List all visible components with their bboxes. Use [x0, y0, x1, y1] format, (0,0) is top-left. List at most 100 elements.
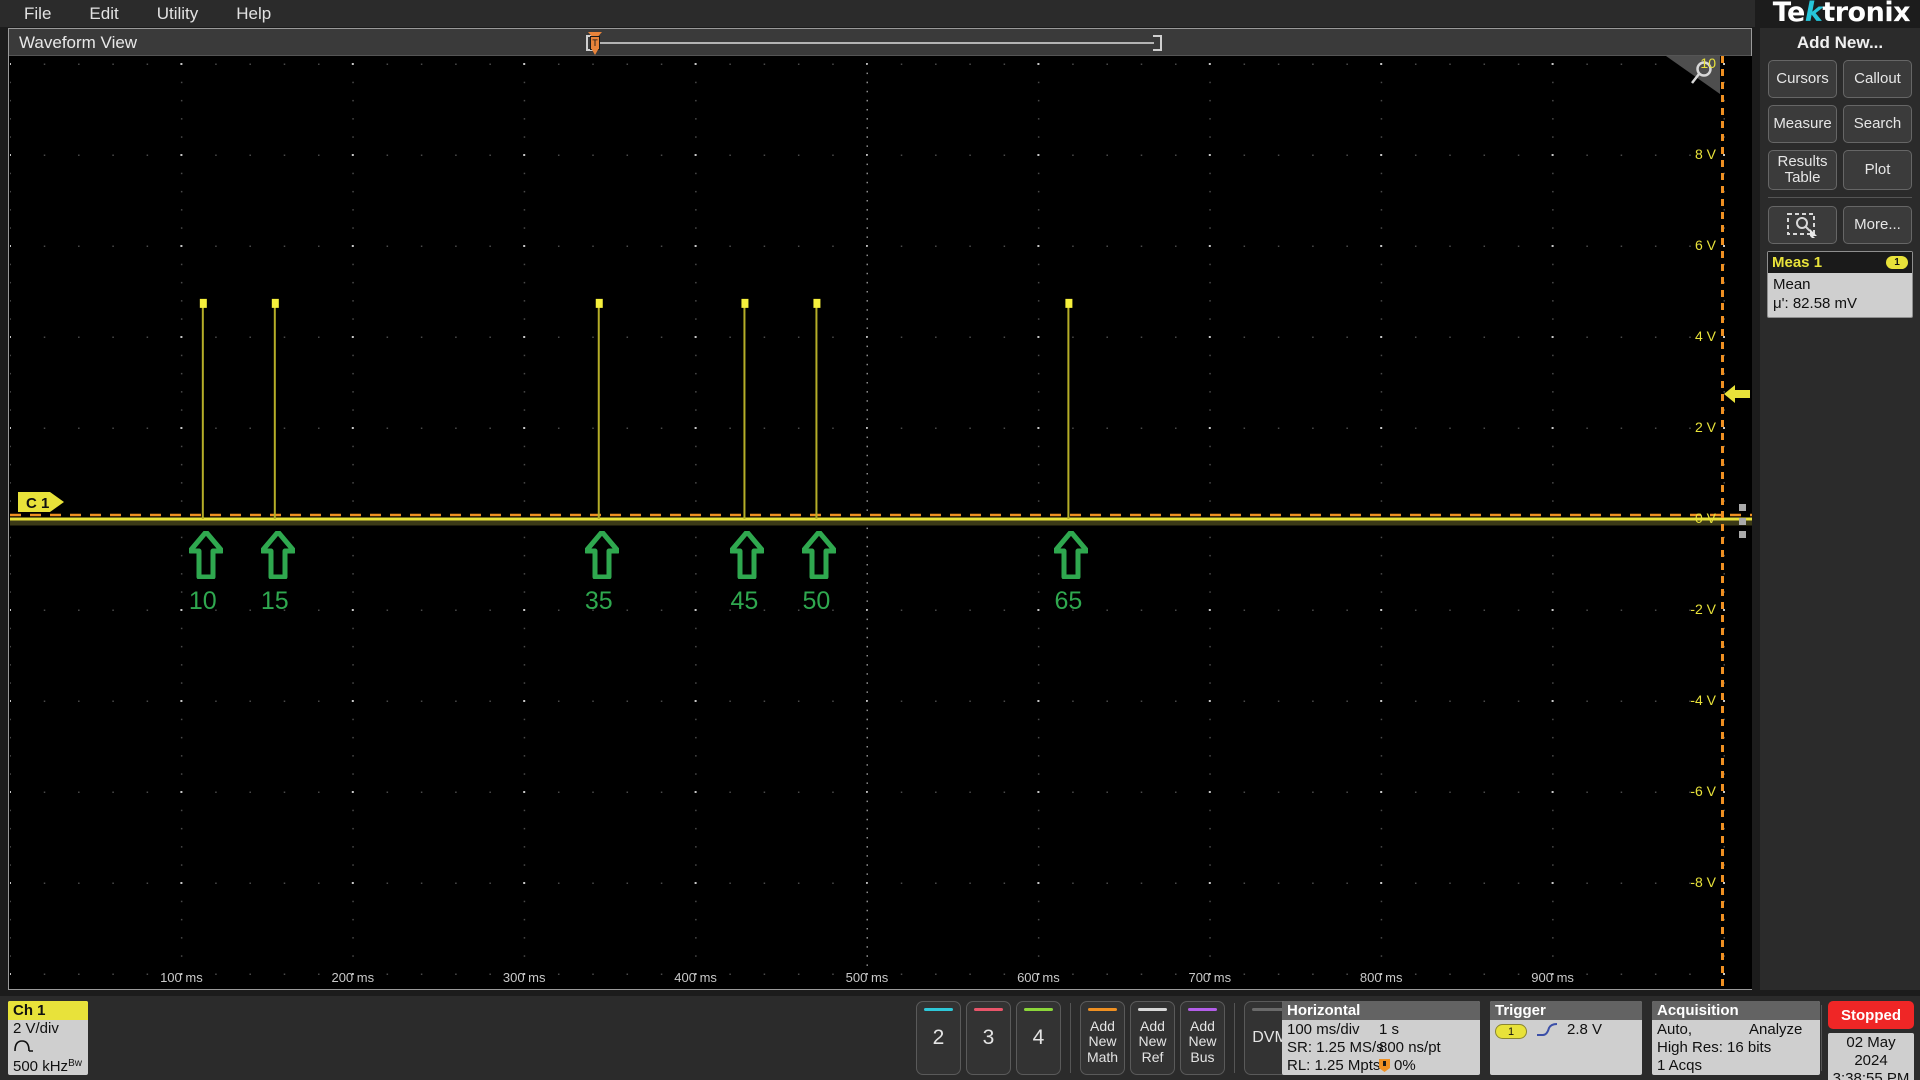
add-cursors-button[interactable]: Cursors	[1768, 60, 1837, 98]
search-marker[interactable]: 65	[1045, 529, 1091, 616]
channel-4-label: 4	[1032, 1026, 1045, 1049]
rising-edge-glyph	[1537, 1023, 1558, 1036]
add-new-ref-button[interactable]: Add New Ref	[1130, 1001, 1175, 1075]
rising-edge-icon	[1536, 1021, 1558, 1039]
search-marker-label: 45	[730, 587, 759, 615]
channel-2-button[interactable]: 2	[916, 1001, 961, 1075]
menu-item-help[interactable]: Help	[222, 0, 285, 27]
channel-1-vertical-scale: 2 V/div	[13, 1020, 59, 1037]
acquisition-mode-row: Auto, Analyze	[1657, 1021, 1815, 1039]
channel-boundary-dashes	[1721, 56, 1724, 989]
voltage-tick-label: -4 V	[1690, 692, 1716, 708]
vertical-drag-handle[interactable]	[1739, 504, 1747, 538]
channel-2-label: 2	[932, 1026, 945, 1049]
voltage-tick-label: -2 V	[1690, 601, 1716, 617]
search-marker[interactable]: 15	[252, 529, 298, 616]
overview-right-handle[interactable]	[1153, 35, 1162, 51]
horizontal-position-icon	[1379, 1057, 1390, 1075]
time-tick-label: 400 ms	[674, 970, 717, 985]
add-results-table-button[interactable]: Results Table	[1768, 150, 1837, 190]
add-new-ref-color-bar	[1138, 1008, 1167, 1011]
channel-3-button[interactable]: 3	[966, 1001, 1011, 1075]
sidebar-row-3: Results Table Plot	[1760, 150, 1920, 190]
menu-item-utility[interactable]: Utility	[143, 0, 213, 27]
status-time: 3:38:55 PM	[1832, 1070, 1910, 1080]
add-search-button[interactable]: Search	[1843, 105, 1912, 143]
measurement-badge-1[interactable]: Meas 1 1 Mean μ': 82.58 mV	[1767, 251, 1913, 318]
run-stop-button[interactable]: Stopped	[1828, 1001, 1914, 1029]
measurement-type: Mean	[1773, 276, 1811, 293]
trigger-source-badge: 1	[1495, 1023, 1527, 1039]
voltage-tick-label: 10	[1700, 56, 1716, 71]
add-new-math-label: Add New Math	[1086, 1018, 1119, 1065]
button-separator	[1234, 1003, 1235, 1073]
add-plot-button[interactable]: Plot	[1843, 150, 1912, 190]
overview-track	[594, 42, 1154, 44]
horizontal-rate-row: SR: 1.25 MS/s 800 ns/pt	[1287, 1039, 1475, 1057]
acquisition-panel[interactable]: Acquisition Auto, Analyze High Res: 16 b…	[1652, 1001, 1820, 1075]
sidebar-divider	[1768, 197, 1912, 198]
measurement-badge-title: Meas 1	[1772, 254, 1823, 271]
add-zoom-area-button[interactable]	[1768, 206, 1837, 244]
trigger-panel[interactable]: Trigger 1 2.8 V	[1490, 1001, 1642, 1075]
search-marker-label: 35	[584, 587, 613, 615]
channel-4-button[interactable]: 4	[1016, 1001, 1061, 1075]
search-marker-arrow-icon	[800, 529, 838, 580]
status-column: Stopped 02 May 2024 3:38:55 PM	[1828, 1001, 1914, 1080]
search-marker-arrow-icon	[187, 529, 225, 580]
channel-1-badge[interactable]: Ch 1 2 V/div 500 kHz Bw	[8, 1001, 88, 1075]
bottom-settings-bar: Ch 1 2 V/div 500 kHz Bw 2 3 4 Add New Math A…	[0, 996, 1920, 1080]
add-measure-button[interactable]: Measure	[1768, 105, 1837, 143]
channel-1-title: Ch 1	[8, 1001, 88, 1020]
search-marker-arrow-icon	[728, 529, 766, 580]
menu-bar: File Edit Utility Help	[0, 0, 1755, 27]
search-marker[interactable]: 50	[793, 529, 839, 616]
menu-item-file[interactable]: File	[10, 0, 65, 27]
search-marker[interactable]: 45	[721, 529, 767, 616]
tektronix-logo: Tektronix	[1680, 0, 1911, 28]
more-button[interactable]: More...	[1843, 206, 1912, 244]
trigger-position-marker[interactable]: T	[588, 32, 602, 55]
time-tick-label: 700 ms	[1188, 970, 1232, 985]
channel-1-bandwidth-tag: Bw	[68, 1058, 82, 1069]
add-new-ref-label: Add New Ref	[1138, 1018, 1167, 1065]
add-new-math-button[interactable]: Add New Math	[1080, 1001, 1125, 1075]
logo-text-pre: Te	[1772, 0, 1806, 28]
waveform-view-title: Waveform View	[19, 33, 138, 52]
button-separator	[1070, 1003, 1071, 1073]
overview-navigation-strip[interactable]: T	[584, 32, 1164, 55]
add-new-bus-button[interactable]: Add New Bus	[1180, 1001, 1225, 1075]
measurement-badge-header: Meas 1 1	[1768, 252, 1912, 273]
acquisition-count: 1 Acqs	[1657, 1057, 1703, 1074]
channel-offset-arrow[interactable]	[1724, 383, 1750, 405]
horizontal-record-row: RL: 1.25 Mpts 0%	[1287, 1057, 1475, 1075]
search-marker-label: 65	[1054, 587, 1083, 615]
search-marker[interactable]: 35	[576, 529, 622, 616]
acquisition-title: Acquisition	[1652, 1001, 1820, 1020]
horizontal-sample-rate: SR: 1.25 MS/s	[1287, 1039, 1384, 1056]
add-callout-button[interactable]: Callout	[1843, 60, 1912, 98]
trigger-settings-row: 1 2.8 V	[1495, 1021, 1637, 1039]
trigger-marker-bottom-arrow	[591, 48, 599, 55]
search-marker[interactable]: 10	[180, 529, 226, 616]
time-tick-label: 900 ms	[1531, 970, 1574, 985]
time-tick-label: 800 ms	[1359, 970, 1403, 985]
add-new-bus-color-bar	[1188, 1008, 1217, 1011]
search-marker-label: 50	[802, 587, 831, 615]
waveform-plot-area[interactable]: C 1 10 8 V 6 V 4 V 2 V 0 V -2 V -4 V -6 V -8 V 10…	[10, 56, 1752, 989]
trigger-body: 1 2.8 V	[1490, 1020, 1642, 1039]
search-marker-arrow-icon	[259, 529, 297, 580]
horizontal-position: 0%	[1394, 1057, 1416, 1074]
menu-item-edit[interactable]: Edit	[75, 0, 132, 27]
logo-text-k: k	[1804, 0, 1823, 28]
acquisition-analyze: Analyze	[1749, 1021, 1803, 1038]
horizontal-panel[interactable]: Horizontal 100 ms/div 1 s SR: 1.25 MS/s …	[1282, 1001, 1480, 1075]
measurement-source-badge: 1	[1886, 256, 1908, 269]
search-marker-label: 15	[260, 587, 289, 615]
acquisition-body: Auto, Analyze High Res: 16 bits 1 Acqs	[1652, 1020, 1820, 1075]
status-date: 02 May 2024	[1846, 1034, 1896, 1069]
voltage-tick-label: 6 V	[1694, 237, 1716, 253]
channel-3-label: 3	[982, 1026, 995, 1049]
voltage-tick-label: -6 V	[1690, 783, 1716, 799]
search-marker-label: 10	[188, 587, 217, 615]
